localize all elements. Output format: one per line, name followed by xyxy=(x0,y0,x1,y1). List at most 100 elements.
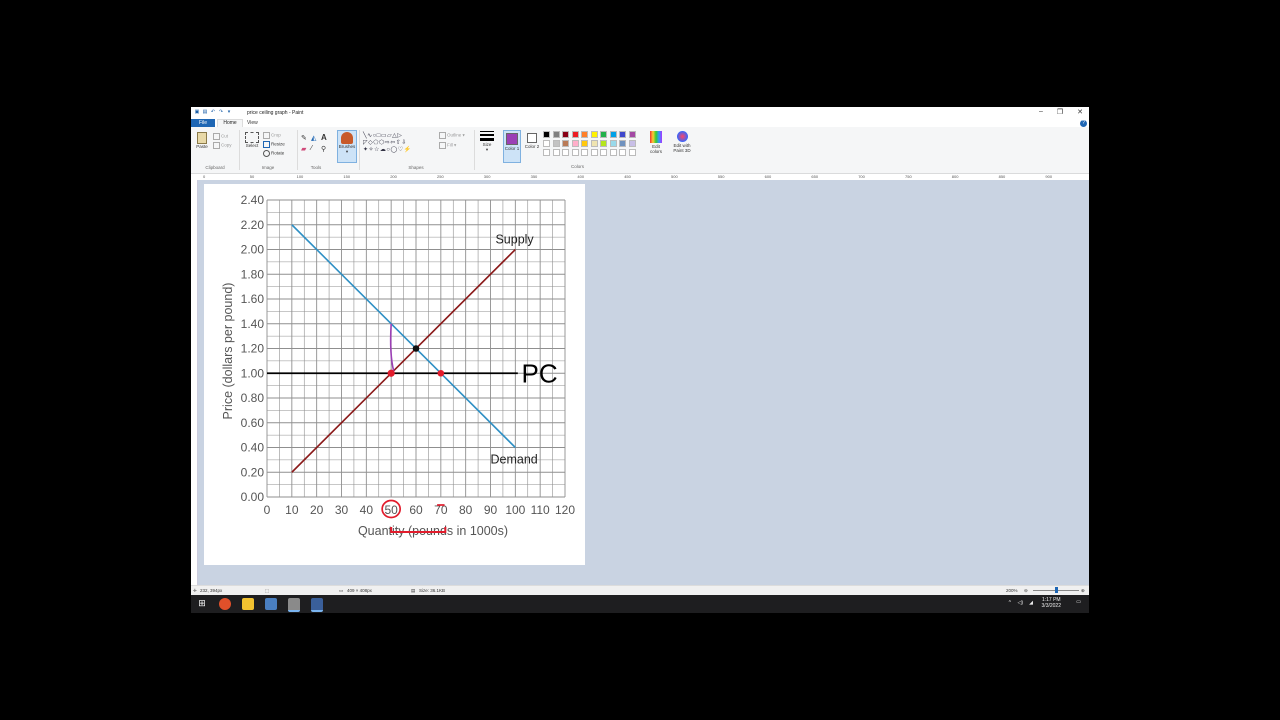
brave-browser-icon[interactable] xyxy=(219,598,231,610)
eraser-icon[interactable]: ▰ xyxy=(301,145,306,153)
palette-swatch[interactable] xyxy=(562,131,569,138)
color1-swatch xyxy=(506,133,518,145)
file-menu[interactable]: File xyxy=(191,119,215,127)
maximize-button[interactable]: ❐ xyxy=(1057,108,1063,116)
help-button[interactable]: ? xyxy=(1080,120,1087,127)
select-button[interactable]: Select xyxy=(243,132,261,148)
size-button[interactable]: Size ▾ xyxy=(478,130,496,153)
network-icon[interactable]: ◢ xyxy=(1029,600,1033,606)
canvas-dimensions: 409 × 408px xyxy=(347,588,372,593)
cut-button[interactable]: Cut xyxy=(213,133,228,140)
color1-button[interactable]: Color 1 xyxy=(503,130,521,163)
resize-icon xyxy=(263,141,270,148)
clock[interactable]: 1:17 PM 3/3/2022 xyxy=(1042,597,1061,609)
pencil-icon[interactable]: ✎ xyxy=(301,134,307,142)
palette-swatch[interactable] xyxy=(628,140,636,147)
palette-swatch[interactable] xyxy=(590,140,598,147)
fill-button[interactable]: Fill ▾ xyxy=(439,142,456,149)
color2-button[interactable]: Color 2 xyxy=(523,130,541,149)
ruler-mark: 850 xyxy=(998,174,1006,179)
x-tick-label: 30 xyxy=(335,503,349,517)
paint-taskbar-icon[interactable] xyxy=(311,598,323,612)
image-group: Select Crop Resize Rotate Image xyxy=(241,130,295,170)
custom-color-slot[interactable] xyxy=(600,149,607,156)
text-tool-icon[interactable]: A xyxy=(321,133,327,142)
zoom-in-button[interactable]: ⊕ xyxy=(1081,588,1085,594)
notification-icon[interactable]: ▭ xyxy=(1076,599,1081,605)
drawing-canvas[interactable]: 0.00 0.20 0.40 0.60 0.80 1.00 1.20 1.40 1.60 1.80… xyxy=(204,184,585,565)
shapes-group-label: Shapes xyxy=(408,165,424,170)
ruler-mark: 0 xyxy=(203,174,206,179)
save-icon[interactable]: ▤ xyxy=(202,109,208,115)
custom-color-slot[interactable] xyxy=(590,149,598,156)
palette-swatch[interactable] xyxy=(619,140,626,147)
quantity-demanded-point xyxy=(437,369,445,377)
palette-swatch[interactable] xyxy=(543,140,550,147)
copy-button[interactable]: Copy xyxy=(213,142,232,149)
palette-swatch[interactable] xyxy=(619,131,626,138)
custom-color-slot[interactable] xyxy=(628,149,636,156)
crop-button[interactable]: Crop xyxy=(263,132,281,139)
brush-icon xyxy=(341,132,353,144)
ruler-mark: 350 xyxy=(530,174,538,179)
tray-chevron-icon[interactable]: ^ xyxy=(1009,600,1011,606)
palette-swatch[interactable] xyxy=(609,140,617,147)
palette-swatch[interactable] xyxy=(552,140,560,147)
palette-swatch[interactable] xyxy=(562,140,569,147)
redo-icon[interactable]: ↷ xyxy=(218,109,224,115)
minimize-button[interactable]: – xyxy=(1039,108,1043,116)
ruler-mark: 650 xyxy=(811,174,819,179)
undo-icon[interactable]: ↶ xyxy=(210,109,216,115)
color-picker-icon[interactable]: ⁄ xyxy=(311,145,312,152)
x-tick-label: 120 xyxy=(555,503,575,517)
fill-bucket-icon[interactable]: ◭ xyxy=(311,134,316,142)
tools-group-label: Tools xyxy=(310,165,322,170)
outline-button[interactable]: Outline ▾ xyxy=(439,132,465,139)
tab-home[interactable]: Home xyxy=(217,119,243,127)
file-explorer-icon[interactable] xyxy=(242,598,254,610)
palette-swatch[interactable] xyxy=(609,131,617,138)
colors-group-label: Colors xyxy=(571,164,585,169)
custom-color-slot[interactable] xyxy=(609,149,617,156)
palette-swatch[interactable] xyxy=(600,140,607,147)
ruler-mark: 250 xyxy=(437,174,444,179)
magnifier-icon[interactable]: ⚲ xyxy=(321,145,326,153)
resize-button[interactable]: Resize xyxy=(263,141,285,148)
edit-colors-button[interactable]: Edit colors xyxy=(646,130,666,154)
palette-swatch[interactable] xyxy=(552,131,560,138)
tab-view[interactable]: View xyxy=(247,119,258,127)
palette-swatch[interactable] xyxy=(581,131,588,138)
close-button[interactable]: ✕ xyxy=(1077,108,1083,116)
color2-swatch xyxy=(527,133,537,143)
custom-color-slot[interactable] xyxy=(552,149,560,156)
palette-swatch[interactable] xyxy=(571,131,579,138)
rotate-button[interactable]: Rotate xyxy=(263,150,284,157)
custom-color-slot[interactable] xyxy=(571,149,579,156)
x-tick-label: 100 xyxy=(505,503,525,517)
zoom-out-button[interactable]: ⊖ xyxy=(1024,588,1028,594)
shapes-gallery[interactable]: ╲∿○□▭▱△▷ ◸◇⬠⬡⇨⇦⇧⇩ ✦✧☆☁○◯♡⚡ xyxy=(363,132,412,153)
custom-color-slot[interactable] xyxy=(581,149,588,156)
zoom-slider-thumb[interactable] xyxy=(1055,587,1058,593)
settings-app-icon[interactable] xyxy=(288,598,300,612)
volume-icon[interactable]: ◁) xyxy=(1017,600,1023,606)
edit-paint3d-button[interactable]: Edit with Paint 3D xyxy=(669,130,695,153)
custom-color-slot[interactable] xyxy=(543,149,550,156)
palette-swatch[interactable] xyxy=(571,140,579,147)
custom-color-slot[interactable] xyxy=(562,149,569,156)
palette-swatch[interactable] xyxy=(590,131,598,138)
calculator-icon[interactable] xyxy=(265,598,277,610)
palette-swatch[interactable] xyxy=(600,131,607,138)
palette-swatch[interactable] xyxy=(628,131,636,138)
palette-swatch[interactable] xyxy=(543,131,550,138)
paste-label: Paste xyxy=(196,144,208,149)
edit-colors-label: Edit colors xyxy=(649,144,662,154)
custom-color-slot[interactable] xyxy=(619,149,626,156)
windows-start-icon[interactable]: ⊞ xyxy=(196,598,208,610)
paste-button[interactable]: Paste xyxy=(194,132,210,149)
group-divider xyxy=(359,130,360,170)
palette-swatch[interactable] xyxy=(581,140,588,147)
brushes-button[interactable]: Brushes ▾ xyxy=(337,130,357,163)
customize-chevron-icon[interactable]: ▾ xyxy=(226,109,232,115)
window-title: price ceiling graph - Paint xyxy=(247,110,304,116)
